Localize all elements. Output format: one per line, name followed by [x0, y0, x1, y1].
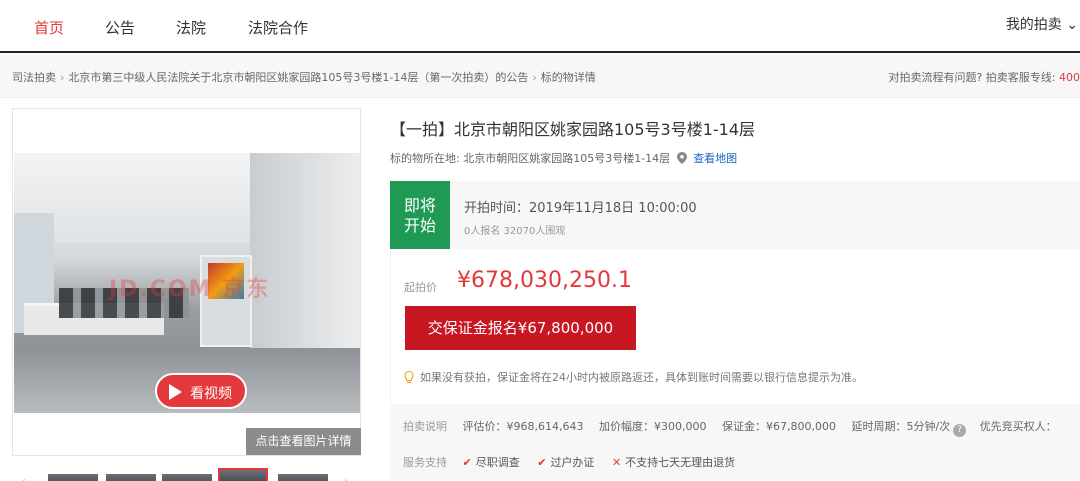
- play-icon: [169, 384, 182, 400]
- thumbnail-selected[interactable]: [218, 468, 268, 481]
- priority-bidder: 优先竞买权人：: [979, 420, 1057, 433]
- cross-icon: ✕: [611, 456, 622, 469]
- deposit-amount: 保证金：¥67,800,000: [721, 420, 836, 433]
- thumbnail[interactable]: [48, 474, 98, 481]
- my-auction-menu[interactable]: 我的拍卖 ⌄: [1006, 14, 1078, 34]
- chevron-right-icon[interactable]: ›: [344, 476, 348, 481]
- participant-counts: 0人报名 32070人围观: [464, 226, 566, 237]
- auction-description-row: 拍卖说明 评估价：¥968,614,643 加价幅度：¥300,000 保证金：…: [403, 420, 1057, 437]
- delay-period: 延时周期：5分钟/次: [851, 420, 951, 433]
- breadcrumb-item-detail: 标的物详情: [540, 71, 596, 84]
- chevron-left-icon[interactable]: ‹: [22, 476, 26, 481]
- breadcrumb-judicial-auction[interactable]: 司法拍卖: [12, 71, 56, 84]
- view-map-link[interactable]: 查看地图: [693, 152, 737, 165]
- thumbnail[interactable]: [106, 474, 156, 481]
- top-nav: 首页 公告 法院 法院合作 我的拍卖 ⌄: [0, 0, 1080, 53]
- jd-watermark: JD.COM 京东: [109, 277, 271, 302]
- auction-info: 拍卖说明 评估价：¥968,614,643 加价幅度：¥300,000 保证金：…: [390, 404, 1080, 480]
- map-pin-icon: [676, 152, 687, 164]
- nav-home[interactable]: 首页: [34, 17, 64, 38]
- starting-price: ¥678,030,250.1: [457, 268, 632, 293]
- nav-court-cooperation[interactable]: 法院合作: [248, 17, 308, 38]
- appraisal-price: 评估价：¥968,614,643: [462, 420, 584, 433]
- lightbulb-icon: [404, 371, 414, 384]
- nav-courts[interactable]: 法院: [176, 17, 206, 38]
- service-support-row: 服务支持 ✔ 尽职调查 ✔ 过户办证 ✕ 不支持七天无理由退货: [403, 456, 736, 469]
- bid-increment: 加价幅度：¥300,000: [598, 420, 707, 433]
- starting-price-label: 起拍价: [404, 281, 437, 294]
- question-icon[interactable]: ?: [953, 424, 967, 437]
- price-panel: 起拍价 ¥678,030,250.1 交保证金报名¥67,800,000 如果没…: [390, 249, 1080, 401]
- item-location: 标的物所在地: 北京市朝阳区姚家园路105号3号楼1-14层 查看地图: [390, 152, 738, 165]
- thumbnail[interactable]: [278, 474, 328, 481]
- hotline-number: 400: [1059, 71, 1080, 84]
- location-text: 北京市朝阳区姚家园路105号3号楼1-14层: [463, 152, 671, 165]
- thumbnail[interactable]: [162, 474, 212, 481]
- refund-tip: 如果没有获拍，保证金将在24小时内被原路返还，具体到账时间需要以银行信息提示为准…: [404, 369, 863, 385]
- play-video-button[interactable]: 看视频: [155, 373, 247, 409]
- check-icon: ✔: [462, 456, 472, 469]
- auction-status: 即将 开始 开拍时间：2019年11月18日 10:00:00 0人报名 320…: [390, 181, 1080, 249]
- check-icon: ✔: [537, 456, 547, 469]
- status-badge: 即将 开始: [390, 181, 450, 249]
- image-gallery: JD.COM 京东 看视频 点击查看图片详情: [12, 108, 361, 456]
- breadcrumb: 司法拍卖 › 北京市第三中级人民法院关于北京市朝阳区姚家园路105号3号楼1-14层…: [0, 54, 1080, 98]
- start-time: 开拍时间：2019年11月18日 10:00:00: [464, 201, 697, 216]
- breadcrumb-announcement[interactable]: 北京市第三中级人民法院关于北京市朝阳区姚家园路105号3号楼1-14层（第一次拍…: [68, 71, 528, 84]
- nav-announcements[interactable]: 公告: [105, 17, 135, 38]
- item-title: 【一拍】北京市朝阳区姚家园路105号3号楼1-14层: [390, 120, 756, 139]
- pay-deposit-button[interactable]: 交保证金报名¥67,800,000: [405, 306, 636, 350]
- view-image-details-button[interactable]: 点击查看图片详情: [246, 428, 361, 455]
- help-hotline: 对拍卖流程有问题? 拍卖客服专线: 400: [888, 71, 1080, 84]
- thumbnail-strip: ‹ ›: [22, 462, 362, 481]
